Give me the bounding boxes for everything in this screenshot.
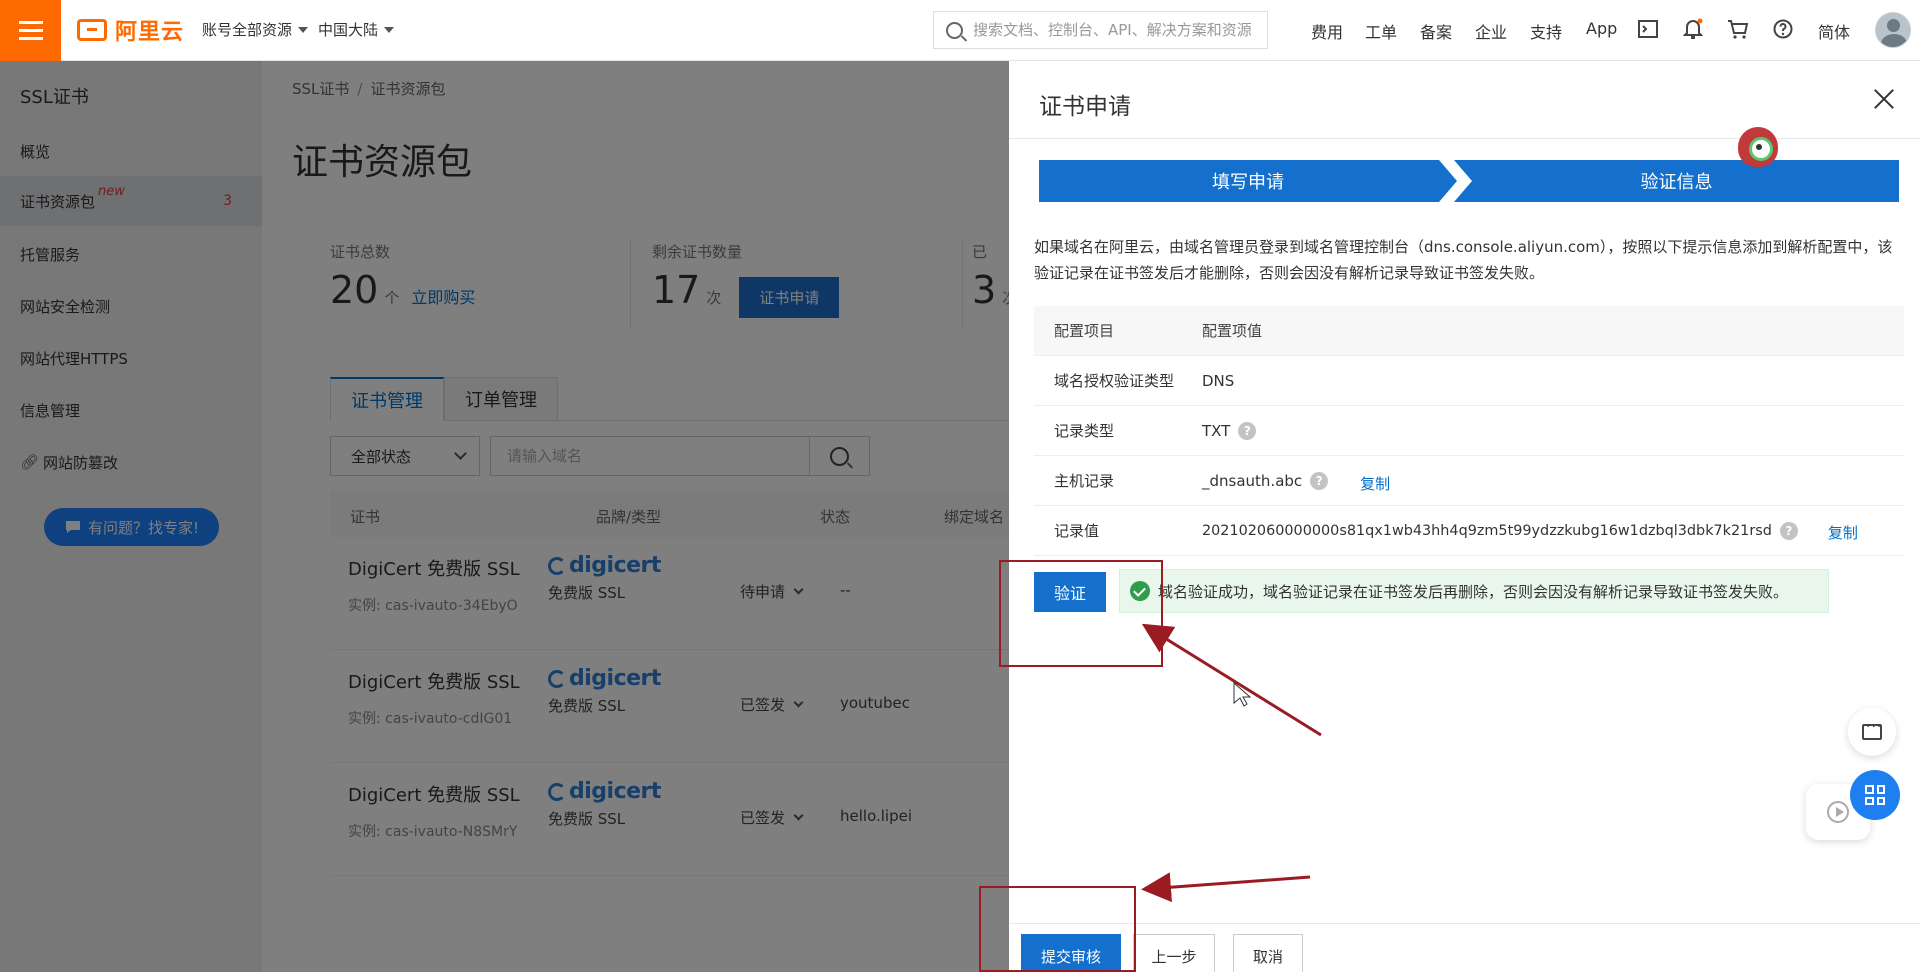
terminal-icon[interactable] xyxy=(1636,17,1660,41)
feedback-chat-button[interactable] xyxy=(1848,708,1896,756)
dns-instructions: 如果域名在阿里云，由域名管理员登录到域名管理控制台（dns.console.al… xyxy=(1034,238,1893,282)
global-search-input[interactable] xyxy=(973,21,1253,39)
modal-mask[interactable] xyxy=(0,61,1010,972)
verify-button[interactable]: 验证 xyxy=(1034,572,1106,612)
config-value: _dnsauth.abc xyxy=(1202,471,1303,490)
question-icon[interactable]: ? xyxy=(1238,421,1257,440)
question-icon[interactable]: ? xyxy=(1310,471,1329,490)
dns-config-table: 配置项目 配置项值 域名授权验证类型 DNS 记录类型 TXT? 主机记录 _d… xyxy=(1034,306,1904,556)
config-key: 主机记录 xyxy=(1054,472,1115,490)
config-key: 域名授权验证类型 xyxy=(1054,372,1175,390)
nav-support[interactable]: 支持 xyxy=(1530,19,1562,43)
help-icon[interactable] xyxy=(1771,17,1795,41)
check-circle-icon xyxy=(1130,581,1150,601)
col-config-item: 配置项目 xyxy=(1054,322,1115,340)
aliyun-logo[interactable]: 阿里云 xyxy=(77,15,184,45)
caret-down-icon xyxy=(298,26,309,33)
config-key: 记录类型 xyxy=(1054,422,1115,440)
table-row: 主机记录 _dnsauth.abc? 复制 xyxy=(1034,456,1904,506)
mascot-icon[interactable] xyxy=(1738,127,1778,167)
nav-icp[interactable]: 备案 xyxy=(1420,19,1452,43)
copy-host-record-link[interactable]: 复制 xyxy=(1360,473,1390,494)
play-icon xyxy=(1827,801,1849,823)
caret-down-icon xyxy=(384,26,395,33)
nav-enterprise[interactable]: 企业 xyxy=(1475,19,1507,43)
table-row: 记录值 202102060000000s81qx1wb43hh4q9zm5t99… xyxy=(1034,506,1904,556)
cart-icon[interactable] xyxy=(1726,17,1750,41)
search-icon xyxy=(946,21,963,39)
question-icon[interactable]: ? xyxy=(1779,521,1798,540)
col-config-value: 配置项值 xyxy=(1202,322,1263,340)
cancel-button[interactable]: 取消 xyxy=(1233,934,1303,972)
app-launcher-button[interactable] xyxy=(1850,770,1900,820)
close-icon[interactable] xyxy=(1871,86,1897,112)
nav-fees[interactable]: 费用 xyxy=(1311,19,1343,43)
config-value: DNS xyxy=(1202,371,1235,390)
bell-icon[interactable] xyxy=(1681,17,1705,41)
table-row: 域名授权验证类型 DNS xyxy=(1034,356,1904,406)
table-header: 配置项目 配置项值 xyxy=(1034,306,1904,356)
top-bar: 阿里云 账号全部资源 中国大陆 费用 工单 备案 企业 支持 App 简体 xyxy=(0,0,1920,61)
config-key: 记录值 xyxy=(1054,522,1100,540)
previous-step-button[interactable]: 上一步 xyxy=(1133,934,1215,972)
language-switch[interactable]: 简体 xyxy=(1818,19,1850,43)
config-value: TXT xyxy=(1202,421,1231,440)
account-scope-dropdown[interactable]: 账号全部资源 xyxy=(202,19,309,40)
success-message: 域名验证成功，域名验证记录在证书签发后再删除，否则会因没有解析记录导致证书签发失… xyxy=(1158,582,1789,601)
nav-app[interactable]: App xyxy=(1586,19,1617,38)
table-row: 记录类型 TXT? xyxy=(1034,406,1904,456)
submit-review-button[interactable]: 提交审核 xyxy=(1021,934,1121,972)
cert-apply-drawer: 证书申请 填写申请 验证信息 如果域名在阿里云，由域名管理员登录到域名管理控制台… xyxy=(1009,61,1920,972)
region-dropdown[interactable]: 中国大陆 xyxy=(318,19,395,40)
menu-icon[interactable] xyxy=(0,0,61,61)
config-value: 202102060000000s81qx1wb43hh4q9zm5t99ydzz… xyxy=(1202,522,1772,539)
nav-tickets[interactable]: 工单 xyxy=(1365,19,1397,43)
global-search[interactable] xyxy=(933,11,1268,49)
chat-icon xyxy=(1862,719,1882,740)
copy-record-value-link[interactable]: 复制 xyxy=(1828,522,1858,543)
grid-icon xyxy=(1865,785,1885,805)
drawer-title: 证书申请 xyxy=(1039,94,1131,120)
verify-success-alert: 域名验证成功，域名验证记录在证书签发后再删除，否则会因没有解析记录导致证书签发失… xyxy=(1119,569,1829,613)
step-verify-info: 验证信息 xyxy=(1454,160,1899,202)
step-fill-application: 填写申请 xyxy=(1039,160,1457,202)
avatar[interactable] xyxy=(1875,12,1911,48)
